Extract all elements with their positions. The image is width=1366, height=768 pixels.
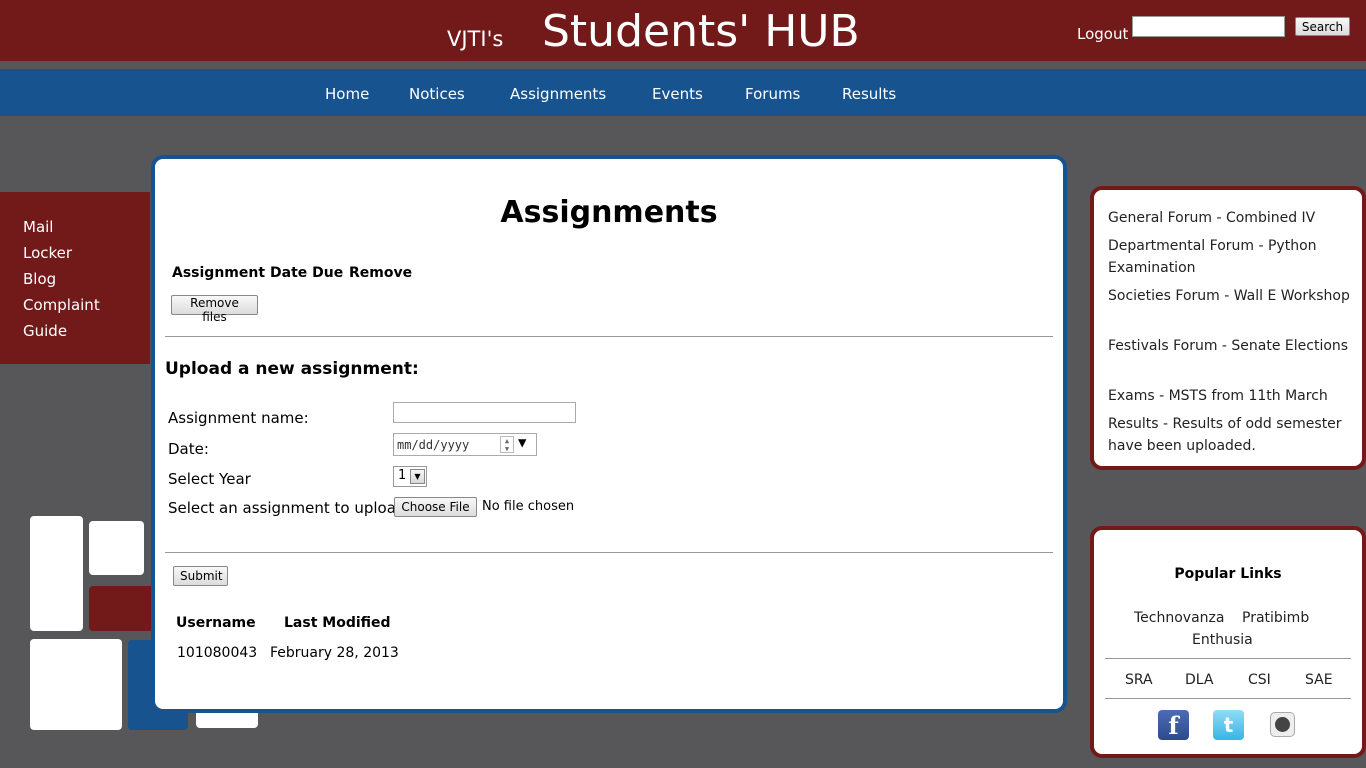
date-dropdown-icon[interactable]: ▼ — [518, 435, 526, 451]
sidebar-item-guide[interactable]: Guide — [23, 322, 67, 340]
news-item[interactable]: Societies Forum - Wall E Workshop — [1108, 285, 1358, 307]
year-select[interactable]: 1 ▼ — [393, 466, 427, 487]
main-nav: Home Notices Assignments Events Forums R… — [0, 69, 1366, 116]
assignments-panel: Assignments Assignment Date Due Remove R… — [151, 155, 1067, 713]
cell-username: 101080043 — [177, 645, 258, 661]
col-header-date-due: Date Due — [270, 265, 344, 281]
link-enthusia[interactable]: Enthusia — [1192, 632, 1253, 648]
link-sae[interactable]: SAE — [1305, 672, 1333, 688]
file-status: No file chosen — [482, 499, 575, 514]
divider — [165, 552, 1053, 553]
date-placeholder: mm/dd/yyyy — [397, 438, 470, 452]
link-sra[interactable]: SRA — [1125, 672, 1153, 688]
nav-events[interactable]: Events — [652, 85, 703, 103]
twitter-icon[interactable]: t — [1213, 710, 1244, 740]
submit-button[interactable]: Submit — [173, 566, 228, 586]
link-technovanza[interactable]: Technovanza — [1134, 610, 1224, 626]
popular-links-title: Popular Links — [1174, 566, 1282, 582]
col-header-remove: Remove — [349, 265, 413, 281]
news-item[interactable]: Results - Results of odd semester have b… — [1108, 413, 1358, 457]
assignment-name-input[interactable] — [393, 402, 576, 423]
col-header-assignment: Assignment — [172, 265, 266, 281]
deco-tile — [30, 639, 122, 730]
nav-home[interactable]: Home — [325, 85, 369, 103]
col-header-username: Username — [176, 615, 256, 631]
search-input[interactable] — [1132, 16, 1285, 37]
nav-assignments[interactable]: Assignments — [510, 85, 606, 103]
deco-tile — [30, 516, 83, 631]
date-spinner-icon[interactable]: ▲ ▼ — [500, 436, 514, 453]
choose-file-button[interactable]: Choose File — [394, 497, 477, 517]
search-button[interactable]: Search — [1295, 17, 1350, 36]
logout-link[interactable]: Logout — [1077, 25, 1128, 43]
year-value: 1 — [398, 468, 407, 483]
cell-last-modified: February 28, 2013 — [270, 645, 399, 661]
remove-files-button[interactable]: Remove files — [171, 295, 258, 324]
page-title: Assignments — [500, 195, 718, 230]
sidebar-menu: Mail Locker Blog Complaint Guide — [0, 192, 150, 364]
news-item[interactable]: Exams - MSTS from 11th March — [1108, 385, 1358, 407]
sidebar-item-blog[interactable]: Blog — [23, 270, 56, 288]
github-icon[interactable] — [1270, 712, 1295, 737]
upload-heading: Upload a new assignment: — [165, 359, 419, 379]
forum-news-panel: General Forum - Combined IV Departmental… — [1090, 186, 1366, 470]
deco-tile — [89, 521, 144, 575]
brand-vjti: VJTI's — [447, 27, 504, 51]
divider — [1105, 658, 1351, 659]
col-header-last-modified: Last Modified — [284, 615, 391, 631]
nav-notices[interactable]: Notices — [409, 85, 465, 103]
nav-forums[interactable]: Forums — [745, 85, 800, 103]
news-item[interactable]: General Forum - Combined IV — [1108, 207, 1358, 229]
news-item[interactable]: Departmental Forum - Python Examination — [1108, 235, 1358, 279]
assignment-name-label: Assignment name: — [168, 409, 309, 427]
popular-links-panel: Popular Links Technovanza Pratibimb Enth… — [1090, 526, 1366, 758]
sidebar-item-locker[interactable]: Locker — [23, 244, 72, 262]
divider — [165, 336, 1053, 337]
link-csi[interactable]: CSI — [1248, 672, 1271, 688]
sidebar-item-complaint[interactable]: Complaint — [23, 296, 100, 314]
header-bar: VJTI's Students' HUB Logout Search — [0, 0, 1366, 61]
year-label: Select Year — [168, 470, 251, 488]
date-label: Date: — [168, 440, 209, 458]
date-input[interactable]: mm/dd/yyyy ▲ ▼ ▼ — [393, 433, 537, 456]
facebook-icon[interactable]: f — [1158, 710, 1189, 740]
chevron-down-icon: ▼ — [410, 469, 425, 484]
sidebar-item-mail[interactable]: Mail — [23, 218, 53, 236]
link-pratibimb[interactable]: Pratibimb — [1242, 610, 1309, 626]
file-label: Select an assignment to upload — [168, 499, 406, 517]
divider — [1105, 698, 1351, 699]
nav-results[interactable]: Results — [842, 85, 896, 103]
deco-tile — [89, 586, 155, 631]
news-item[interactable]: Festivals Forum - Senate Elections — [1108, 335, 1358, 357]
site-title: Students' HUB — [542, 6, 860, 57]
link-dla[interactable]: DLA — [1185, 672, 1213, 688]
